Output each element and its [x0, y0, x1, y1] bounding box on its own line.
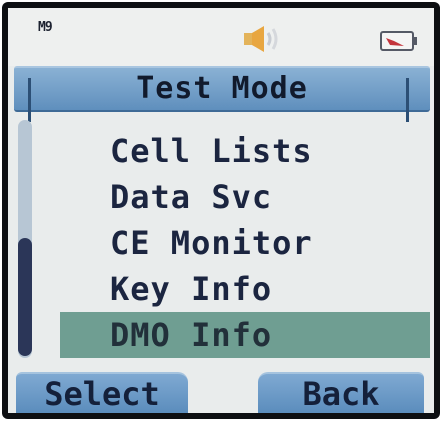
signal-icon: M9 — [38, 20, 53, 35]
back-softkey[interactable]: Back — [258, 372, 424, 413]
battery-icon — [380, 31, 417, 51]
menu-item-ce-monitor[interactable]: CE Monitor — [60, 220, 430, 266]
scroll-thumb[interactable] — [18, 238, 32, 356]
test-mode-menu: Cell Lists Data Svc CE Monitor Key Info … — [60, 128, 430, 358]
speaker-icon — [244, 26, 278, 52]
scrollbar[interactable] — [18, 120, 32, 358]
menu-item-dmo-info[interactable]: DMO Info — [60, 312, 430, 358]
select-softkey[interactable]: Select — [16, 372, 188, 413]
menu-item-key-info[interactable]: Key Info — [60, 266, 430, 312]
title-grip-right-icon — [406, 78, 416, 122]
menu-item-data-svc[interactable]: Data Svc — [60, 174, 430, 220]
page-title: Test Mode — [136, 71, 308, 106]
status-bar: M9 — [8, 8, 434, 66]
menu-item-cell-lists[interactable]: Cell Lists — [60, 128, 430, 174]
phone-screen: M9 Test Mode Cell Lists Data Svc CE Moni… — [8, 8, 434, 413]
title-bar: Test Mode — [14, 66, 430, 122]
